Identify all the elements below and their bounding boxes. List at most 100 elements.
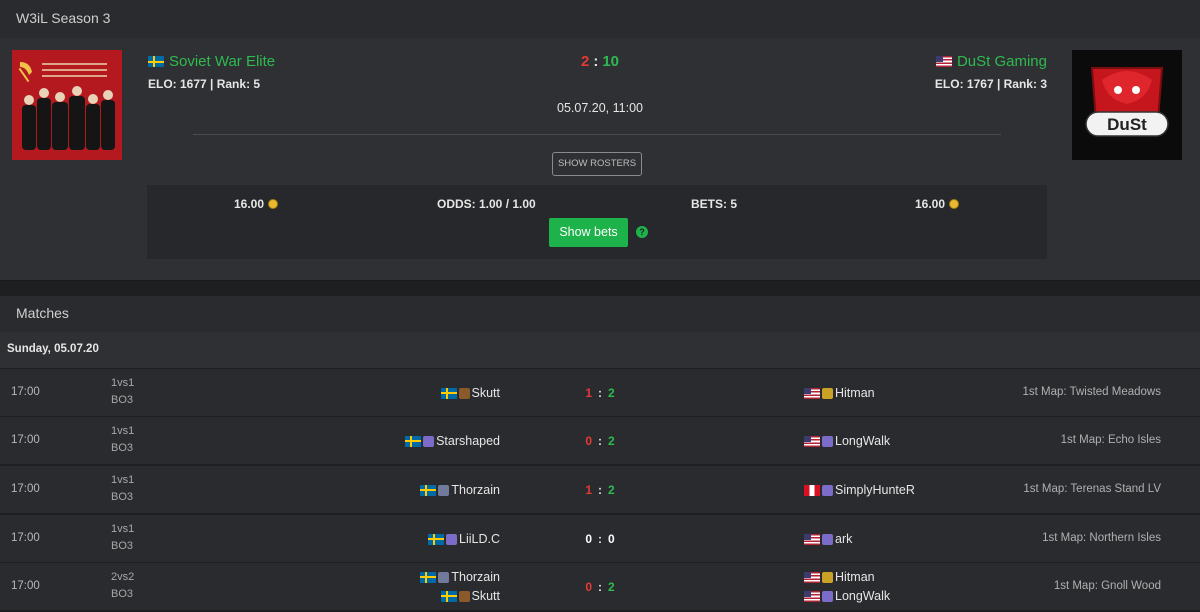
match-row-score: 0:2 [560,434,640,448]
night-elf-race-icon [822,590,833,602]
match-row[interactable]: 17:00 1vs1 BO3 Skutt 1:2 Hitman 1st Map: Twist… [0,368,1200,416]
coin-icon [949,199,960,209]
team-right-logo-text: DuSt [1107,115,1147,134]
match-map: 1st Map: Twisted Meadows [1022,386,1162,398]
team-right-name-text: DuSt Gaming [956,53,1047,70]
sweden-flag-icon [440,590,457,602]
team-left-logo[interactable] [12,50,122,160]
peru-flag-icon [804,484,820,496]
show-rosters-button[interactable]: SHOW ROSTERS [552,152,642,176]
matches-header: Matches [0,296,1200,332]
match-row-score: 0:2 [560,580,640,594]
summary-divider [193,134,1001,135]
player-left[interactable]: Skutt [440,589,500,603]
player-left-name: Starshaped [436,434,500,448]
sweden-flag-icon [440,387,457,399]
matches-title: Matches [16,305,69,321]
usa-flag-icon [804,590,820,602]
match-row[interactable]: 17:00 2vs2 BO3 Thorzain Skutt 0:2 Hitman LongWa… [0,562,1200,610]
player-left-name: Thorzain [451,570,500,584]
player-right[interactable]: SimplyHunteR [804,483,915,497]
player-right-name: Hitman [835,386,875,400]
player-left[interactable]: Starshaped [405,434,500,448]
human-race-icon [822,571,833,583]
match-row[interactable]: 17:00 1vs1 BO3 Starshaped 0:2 LongWalk 1st Map… [0,416,1200,464]
match-format: 1vs1 BO3 [111,423,134,457]
match-row-score-left: 0 [585,532,592,546]
match-format: 1vs1 BO3 [111,375,134,409]
player-left[interactable]: LiiLD.C [428,532,500,546]
player-right-name: LongWalk [835,434,891,448]
match-format-type: 1vs1 [111,377,135,389]
match-time: 17:00 [11,532,40,544]
match-format-bestof: BO3 [111,394,134,406]
match-format-type: 1vs1 [111,425,135,437]
player-left[interactable]: Thorzain [420,483,500,497]
team-left-elo: ELO: 1677 | Rank: 5 [148,77,261,91]
match-format-bestof: BO3 [111,442,134,454]
day-header: Sunday, 05.07.20 [0,332,1200,368]
player-right-name: LongWalk [835,589,891,603]
page: W3iL Season 3 Soviet War Elite ELO: 1677… [0,0,1200,612]
bet-left-amount: 16.00 [234,197,279,211]
sweden-flag-icon [428,533,444,545]
match-row[interactable]: 17:00 1vs1 BO3 LiiLD.C 0:0 ark 1st Map: Northe… [0,514,1200,562]
player-right[interactable]: Hitman [804,386,875,400]
player-right[interactable]: LongWalk [804,434,890,448]
show-bets-button[interactable]: Show bets [549,218,628,247]
player-left[interactable]: Thorzain [420,570,500,584]
match-format: 1vs1 BO3 [111,472,134,506]
match-row[interactable]: 17:00 1vs1 BO3 Thorzain 1:2 SimplyHunteR 1st M… [0,465,1200,513]
match-row-score-separator: : [598,580,602,594]
team-right-name[interactable]: DuSt Gaming [935,53,1047,70]
match-score: 2:10 [560,53,640,70]
match-format-type: 1vs1 [111,523,135,535]
bet-odds: ODDS: 1.00 / 1.00 [437,197,536,211]
match-row-score-right: 2 [608,580,615,594]
player-left-name: LiiLD.C [459,532,500,546]
orc-race-icon [458,590,470,602]
player-right-name: Hitman [835,570,875,584]
sweden-flag-icon [420,571,437,583]
undead-race-icon [438,571,450,583]
match-format-bestof: BO3 [111,491,134,503]
bet-left-amount-value: 16.00 [234,197,265,211]
player-right-name: SimplyHunteR [835,483,915,497]
match-format-type: 1vs1 [111,474,135,486]
player-left[interactable]: Skutt [440,386,500,400]
match-row-score-left: 0 [585,434,592,448]
team-left-name[interactable]: Soviet War Elite [148,53,275,70]
bet-count-text: BETS: 5 [691,197,738,211]
player-right[interactable]: LongWalk [804,589,890,603]
player-right[interactable]: Hitman [804,570,875,584]
help-icon[interactable]: ? [636,226,648,238]
bet-count: BETS: 5 [691,197,737,211]
sweden-flag-icon [405,435,422,447]
match-time: 17:00 [11,483,40,495]
match-map: 1st Map: Echo Isles [1060,434,1161,446]
player-right[interactable]: ark [804,532,852,546]
match-time: 17:00 [11,580,40,592]
score-left: 2 [580,53,590,70]
sweden-flag-icon [148,56,164,67]
usa-flag-icon [804,571,820,583]
bet-panel: 16.00 ODDS: 1.00 / 1.00 BETS: 5 16.00 Sh… [147,185,1047,259]
night-elf-race-icon [822,533,833,545]
match-row-score: 0:0 [560,532,640,546]
match-format-bestof: BO3 [111,588,134,600]
match-map: 1st Map: Gnoll Wood [1053,580,1161,592]
match-format: 2vs2 BO3 [111,569,134,603]
usa-flag-icon [804,387,820,399]
bet-right-amount: 16.00 [915,197,960,211]
bet-right-amount-value: 16.00 [915,197,946,211]
player-left-name: Thorzain [451,483,500,497]
match-row-score-right: 2 [608,434,615,448]
night-elf-race-icon [446,533,457,545]
match-row-score-left: 0 [585,580,592,594]
player-right-name: ark [835,532,853,546]
match-row-score-left: 1 [585,386,592,400]
usa-flag-icon [804,533,820,545]
score-separator: : [593,53,599,70]
team-right-logo[interactable]: DuSt [1072,50,1182,160]
team-left-name-text: Soviet War Elite [169,53,276,70]
